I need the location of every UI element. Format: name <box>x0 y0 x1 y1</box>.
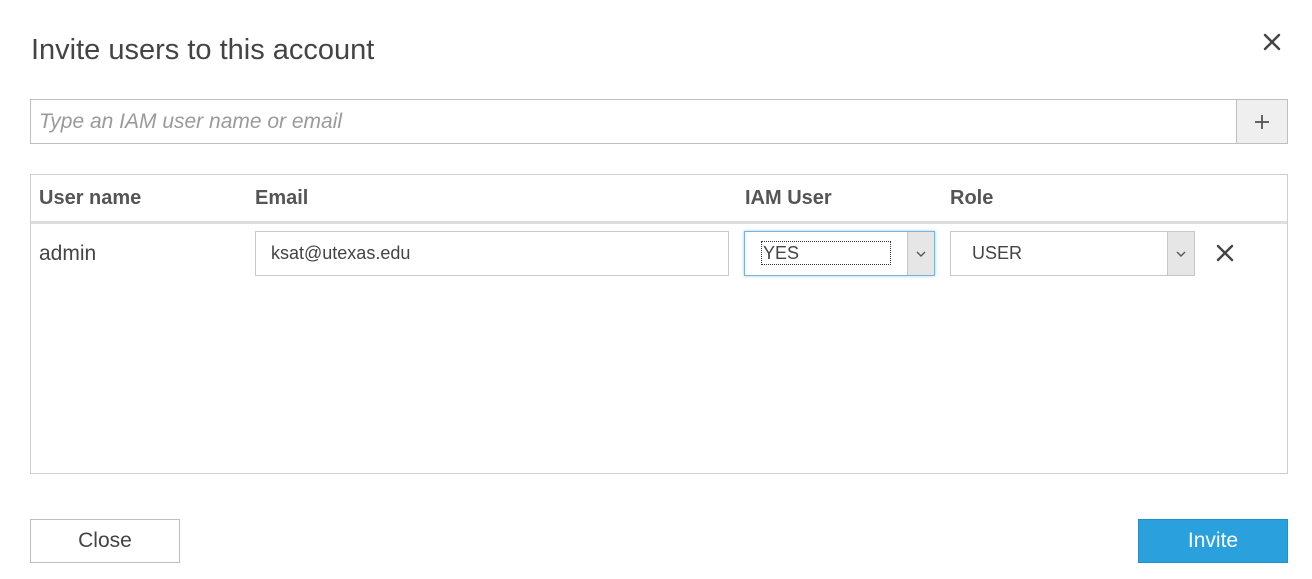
column-header-iam-user: IAM User <box>745 187 832 209</box>
role-select-value: USER <box>972 243 1023 263</box>
user-search-row <box>30 99 1288 144</box>
column-header-role: Role <box>950 187 994 209</box>
close-button[interactable]: Close <box>30 519 180 563</box>
invite-users-table: User name Email IAM User Role admin YES … <box>30 174 1288 474</box>
user-name-cell: admin <box>39 242 97 265</box>
user-search-input[interactable] <box>30 99 1236 144</box>
remove-row-icon[interactable] <box>1213 241 1237 265</box>
add-user-button[interactable] <box>1236 99 1288 144</box>
column-header-email: Email <box>255 187 309 209</box>
column-header-user-name: User name <box>39 187 142 209</box>
invite-users-dialog: Invite users to this account User name E… <box>0 0 1312 579</box>
chevron-down-icon[interactable] <box>1167 232 1194 275</box>
chevron-down-icon[interactable] <box>907 232 934 275</box>
plus-icon <box>1255 114 1269 129</box>
role-select[interactable]: USER <box>950 231 1195 276</box>
table-row: admin YES USER <box>31 224 1287 284</box>
iam-user-select-value: YES <box>763 243 800 263</box>
dialog-title: Invite users to this account <box>31 34 375 66</box>
table-header: User name Email IAM User Role <box>31 175 1287 224</box>
invite-button[interactable]: Invite <box>1138 519 1288 563</box>
iam-user-select[interactable]: YES <box>744 231 935 276</box>
email-field[interactable] <box>255 231 729 276</box>
close-icon[interactable] <box>1258 28 1286 56</box>
